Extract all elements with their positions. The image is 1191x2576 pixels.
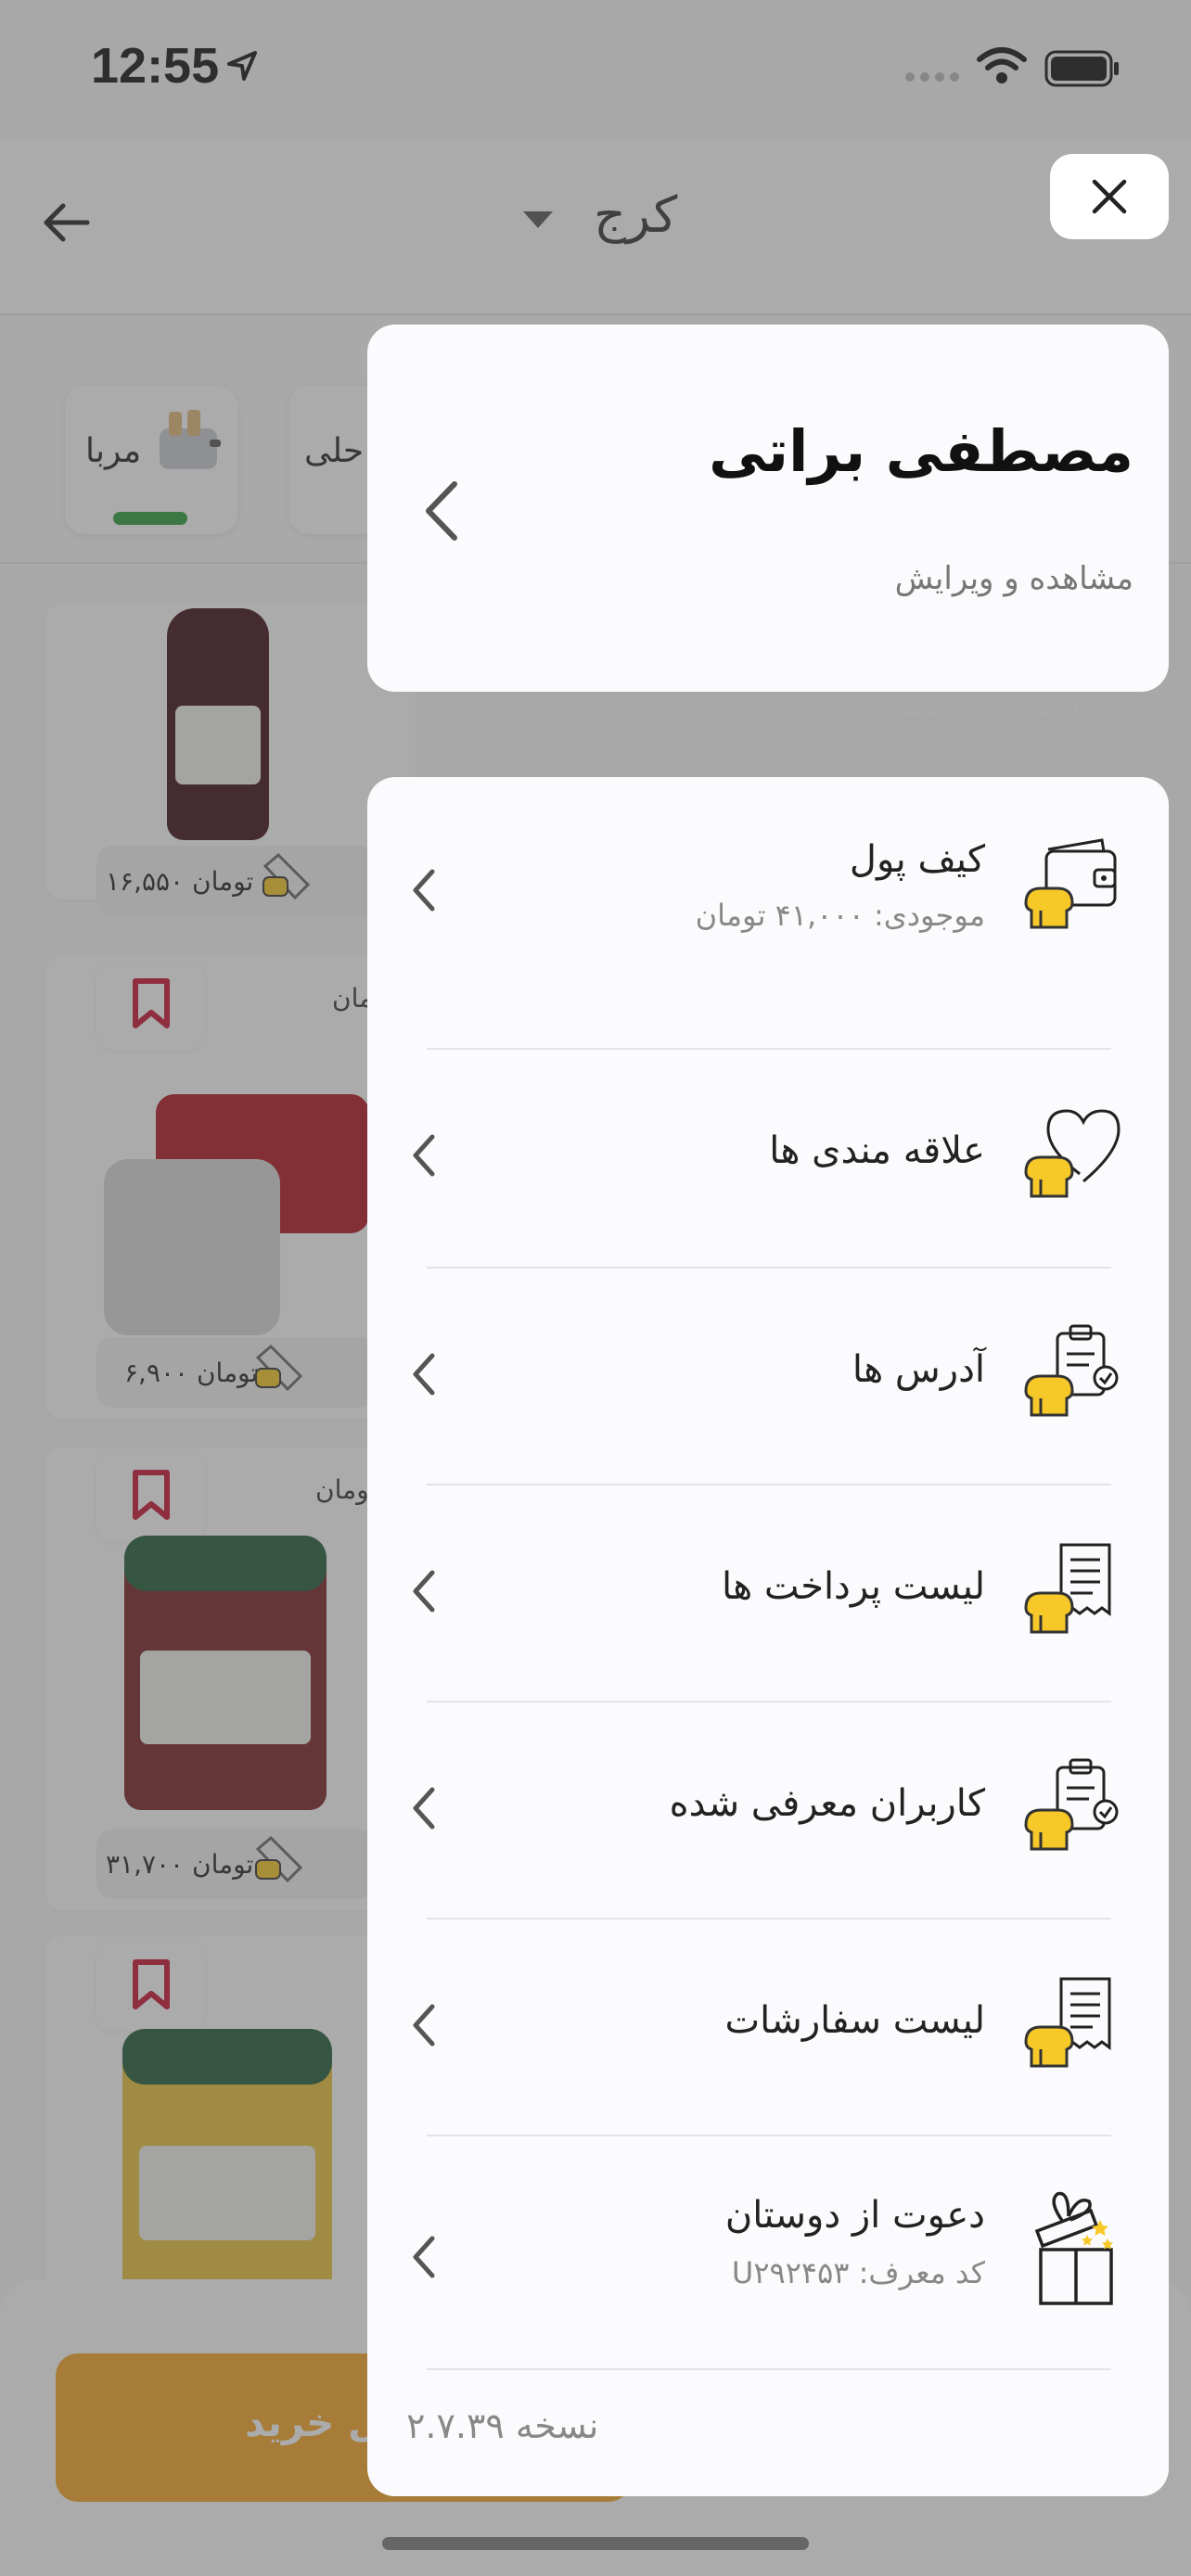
- chevron-left-icon: [413, 1353, 435, 1396]
- chevron-left-icon: [413, 1134, 435, 1177]
- menu-item-title: آدرس ها: [852, 1348, 985, 1391]
- menu-item-title: کاربران معرفی شده: [669, 1782, 985, 1825]
- chevron-left-icon: [413, 869, 435, 912]
- chevron-left-icon: [413, 1787, 435, 1830]
- chevron-left-icon: [426, 481, 457, 541]
- close-icon: [1092, 179, 1127, 214]
- menu-item-wallet[interactable]: کیف پول موجودی: ۴۱,۰۰۰ تومان: [367, 833, 1169, 972]
- menu-item-favorites[interactable]: علاقه مندی ها: [367, 1102, 1169, 1222]
- divider: [427, 1267, 1111, 1269]
- menu-item-invite-friends[interactable]: دعوت از دوستان کد معرف: U۲۹۲۴۵۳: [367, 2191, 1169, 2333]
- menu-item-referred-users[interactable]: کاربران معرفی شده: [367, 1754, 1169, 1875]
- orders-list-icon: [1024, 1977, 1111, 2068]
- receipt-icon: [1024, 1543, 1111, 1634]
- divider: [427, 2368, 1111, 2370]
- divider: [427, 1701, 1111, 1702]
- menu-item-title: لیست پرداخت ها: [721, 1565, 985, 1608]
- heart-icon: [1024, 1109, 1121, 1198]
- menu-item-title: لیست سفارشات: [724, 1999, 985, 2042]
- divider: [427, 2135, 1111, 2136]
- profile-name: مصطفی براتی: [709, 417, 1133, 485]
- divider: [427, 1048, 1111, 1050]
- more-details: توضیحات بیشتر: [895, 694, 1091, 727]
- address-clipboard-icon: [1024, 1324, 1119, 1417]
- divider: [427, 1484, 1111, 1486]
- home-indicator: [382, 2537, 809, 2550]
- referred-users-icon: [1024, 1758, 1119, 1851]
- menu-card: کیف پول موجودی: ۴۱,۰۰۰ تومان علاقه مندی …: [367, 777, 1169, 2496]
- wallet-balance: موجودی: ۴۱,۰۰۰ تومان: [695, 898, 985, 933]
- menu-item-payments[interactable]: لیست پرداخت ها: [367, 1537, 1169, 1658]
- menu-item-title: علاقه مندی ها: [769, 1129, 985, 1172]
- divider: [427, 1918, 1111, 1919]
- menu-item-title: کیف پول: [849, 838, 985, 881]
- menu-item-addresses[interactable]: آدرس ها: [367, 1320, 1169, 1441]
- wallet-icon: [1024, 838, 1117, 929]
- more-details-label: توضیحات بیشتر: [895, 694, 1052, 721]
- close-drawer-button[interactable]: [1050, 154, 1169, 239]
- profile-card[interactable]: مصطفی براتی مشاهده و ویرایش: [367, 325, 1169, 692]
- app-version: نسخه ۲.۷.۳۹: [406, 2405, 599, 2446]
- info-icon: [1062, 696, 1090, 724]
- referral-code: کد معرف: U۲۹۲۴۵۳: [731, 2255, 985, 2290]
- chevron-left-icon: [413, 2236, 435, 2278]
- menu-item-title: دعوت از دوستان: [724, 2194, 985, 2237]
- chevron-left-icon: [413, 2004, 435, 2047]
- gift-icon: [1034, 2191, 1113, 2305]
- chevron-left-icon: [413, 1570, 435, 1613]
- menu-item-orders[interactable]: لیست سفارشات: [367, 1971, 1169, 2092]
- profile-edit-link[interactable]: مشاهده و ویرایش: [895, 560, 1133, 597]
